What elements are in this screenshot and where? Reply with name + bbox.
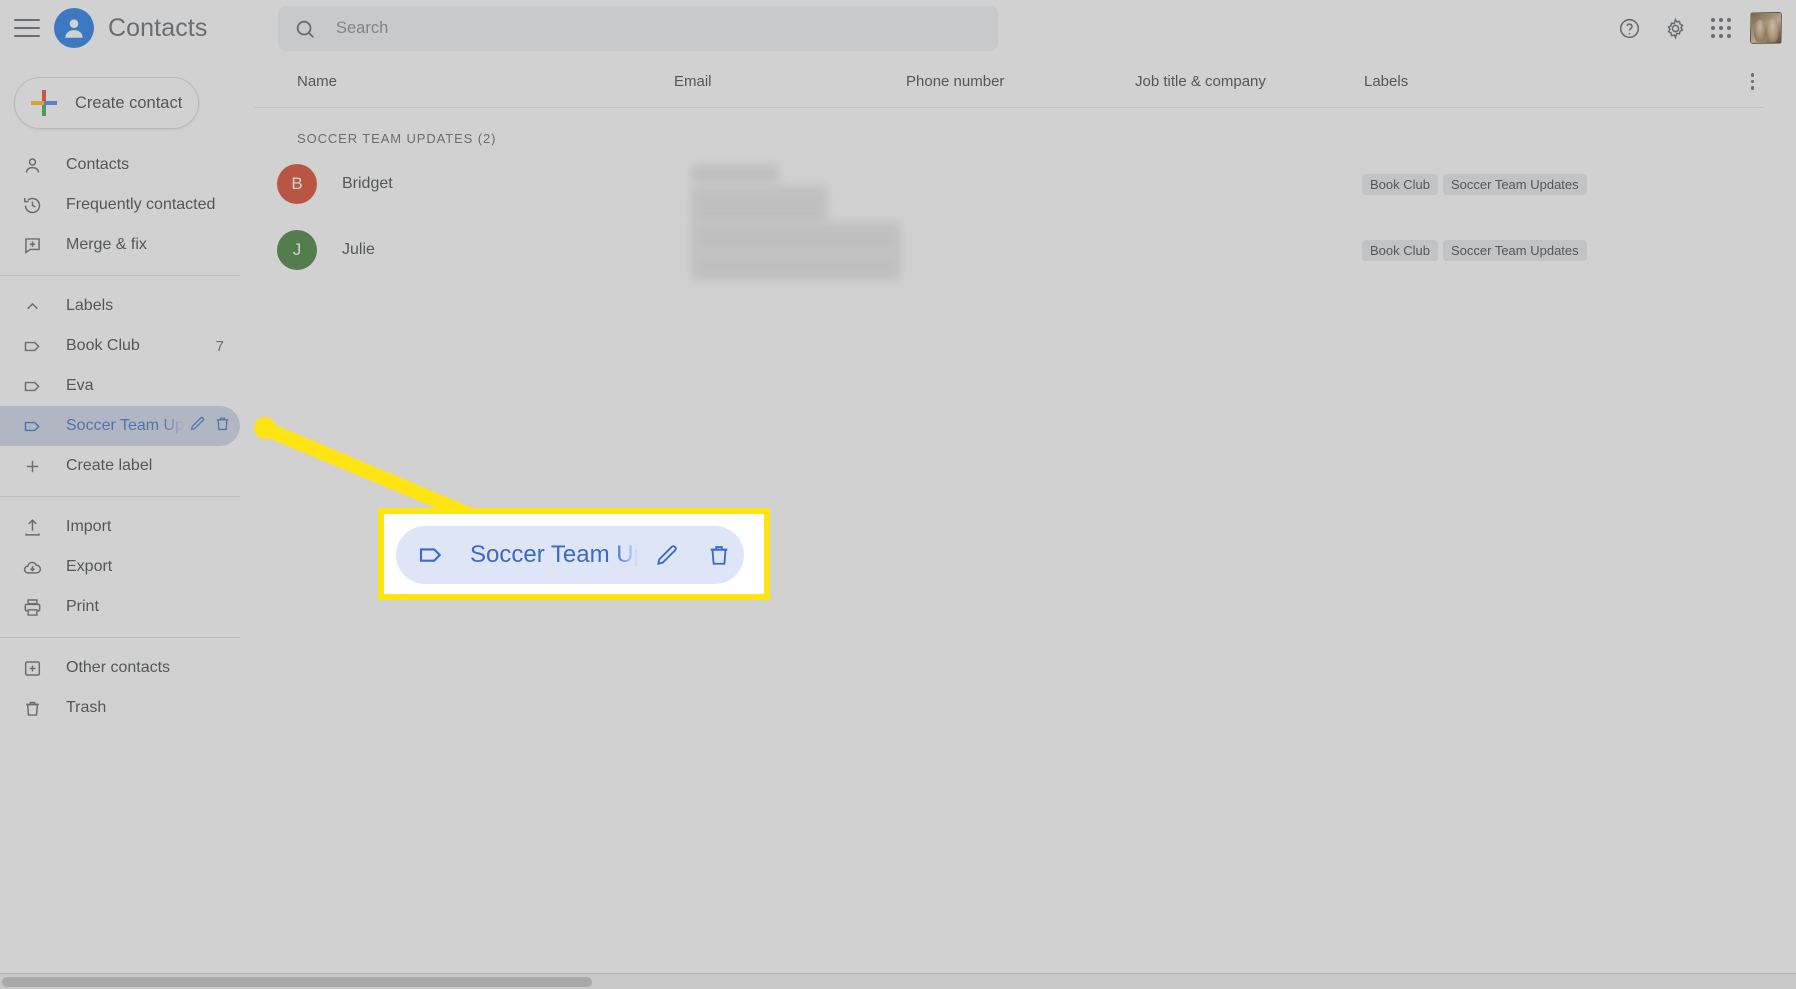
column-header-name: Name <box>297 73 338 90</box>
sidebar-item-label: Other contacts <box>66 659 171 676</box>
person-icon <box>20 153 44 177</box>
sidebar-labels-header-label: Labels <box>66 297 114 314</box>
contact-labels: Book Club Soccer Team Updates <box>1362 173 1587 195</box>
sidebar-item-label: Import <box>66 518 112 535</box>
avatar: B <box>277 164 317 204</box>
printer-icon <box>20 595 44 619</box>
sidebar-divider <box>0 496 240 497</box>
sidebar-item-label: Soccer Team Updates <box>66 417 184 434</box>
sidebar-divider <box>0 637 240 638</box>
column-header-job-title: Job title & company <box>1135 73 1266 90</box>
table-row[interactable]: J Julie Book Club Soccer Team Updates <box>254 222 1796 278</box>
contact-labels: Book Club Soccer Team Updates <box>1362 239 1587 261</box>
label-tag-icon <box>20 374 44 398</box>
more-vertical-icon[interactable] <box>1750 73 1754 90</box>
sidebar-item-print[interactable]: Print <box>0 587 240 627</box>
plus-icon <box>20 454 44 478</box>
contacts-section-header: SOCCER TEAM UPDATES (2) <box>297 131 497 146</box>
contact-name: Bridget <box>342 175 393 192</box>
column-header-phone: Phone number <box>906 73 1005 90</box>
topbar-actions <box>1606 0 1786 56</box>
avatar-initial: B <box>291 174 303 193</box>
label-tag-icon <box>20 334 44 358</box>
label-row-actions <box>188 414 240 438</box>
page-title: Contacts <box>108 13 208 42</box>
sidebar-item-other-contacts[interactable]: Other contacts <box>0 648 240 688</box>
sidebar-item-label: Export <box>66 558 113 575</box>
export-cloud-download-icon <box>20 555 44 579</box>
scrollbar-thumb[interactable] <box>2 977 592 987</box>
label-chip: Book Club <box>1362 239 1438 261</box>
search-input[interactable]: Search <box>278 6 998 51</box>
plus-icon <box>31 90 57 116</box>
sidebar-primary-nav: Contacts Frequently contacted Merge & fi… <box>0 145 254 728</box>
import-upload-icon <box>20 515 44 539</box>
sidebar-item-export[interactable]: Export <box>0 547 240 587</box>
contact-name: Julie <box>342 241 375 258</box>
label-tag-icon <box>20 414 44 438</box>
top-app-bar: Contacts Search <box>0 0 1796 56</box>
sidebar-item-label: Create label <box>66 457 153 474</box>
label-chip: Soccer Team Updates <box>1442 239 1587 261</box>
sidebar-item-label: Book Club <box>66 337 140 354</box>
other-contacts-icon <box>20 656 44 680</box>
sidebar-divider <box>0 275 240 276</box>
sidebar-item-label: Contacts <box>66 156 130 173</box>
sidebar-item-soccer-team-updates[interactable]: Soccer Team Updates <box>0 406 240 446</box>
search-icon <box>296 20 314 38</box>
history-clock-icon <box>20 193 44 217</box>
column-header-labels: Labels <box>1364 73 1409 90</box>
merge-fix-icon <box>20 233 44 257</box>
sidebar-item-book-club[interactable]: Book Club 7 <box>0 326 240 366</box>
avatar: J <box>277 230 317 270</box>
sidebar-item-label: Eva <box>66 377 94 394</box>
hamburger-menu-icon[interactable] <box>14 19 40 37</box>
contacts-table: Name Email Phone number Job title & comp… <box>254 56 1796 989</box>
label-chip: Soccer Team Updates <box>1442 173 1587 195</box>
sidebar-labels-header[interactable]: Labels <box>0 286 240 326</box>
delete-label-icon[interactable] <box>213 414 232 438</box>
chevron-up-icon <box>20 294 44 318</box>
account-avatar[interactable] <box>1750 12 1782 44</box>
gear-icon[interactable] <box>1652 5 1698 51</box>
contacts-app-screen: Contacts Search Create contact Contacts … <box>0 0 1796 989</box>
sidebar-item-frequently-contacted[interactable]: Frequently contacted <box>0 185 240 225</box>
sidebar-item-label: Merge & fix <box>66 236 147 253</box>
apps-grid-icon[interactable] <box>1698 5 1744 51</box>
avatar-initial: J <box>292 240 302 259</box>
edit-label-icon[interactable] <box>188 414 207 438</box>
search-placeholder: Search <box>336 19 389 37</box>
column-header-email: Email <box>674 73 712 90</box>
sidebar-item-merge-and-fix[interactable]: Merge & fix <box>0 225 240 265</box>
sidebar: Create contact Contacts Frequently conta… <box>0 56 254 989</box>
trash-icon <box>20 696 44 720</box>
label-count: 7 <box>215 337 224 355</box>
sidebar-item-import[interactable]: Import <box>0 507 240 547</box>
help-icon[interactable] <box>1606 5 1652 51</box>
sidebar-item-eva[interactable]: Eva <box>0 366 240 406</box>
sidebar-item-trash[interactable]: Trash <box>0 688 240 728</box>
table-header-row: Name Email Phone number Job title & comp… <box>254 56 1764 108</box>
create-contact-label: Create contact <box>75 93 183 112</box>
horizontal-scrollbar[interactable] <box>0 973 1796 989</box>
sidebar-item-label: Print <box>66 598 99 615</box>
sidebar-item-label: Trash <box>66 699 107 716</box>
label-chip: Book Club <box>1362 173 1438 195</box>
table-row[interactable]: B Bridget Book Club Soccer Team Updates <box>254 156 1796 212</box>
person-avatar-icon <box>54 8 94 48</box>
sidebar-item-label: Frequently contacted <box>66 196 216 213</box>
sidebar-item-contacts[interactable]: Contacts <box>0 145 240 185</box>
create-contact-button[interactable]: Create contact <box>14 77 199 129</box>
sidebar-item-create-label[interactable]: Create label <box>0 446 240 486</box>
